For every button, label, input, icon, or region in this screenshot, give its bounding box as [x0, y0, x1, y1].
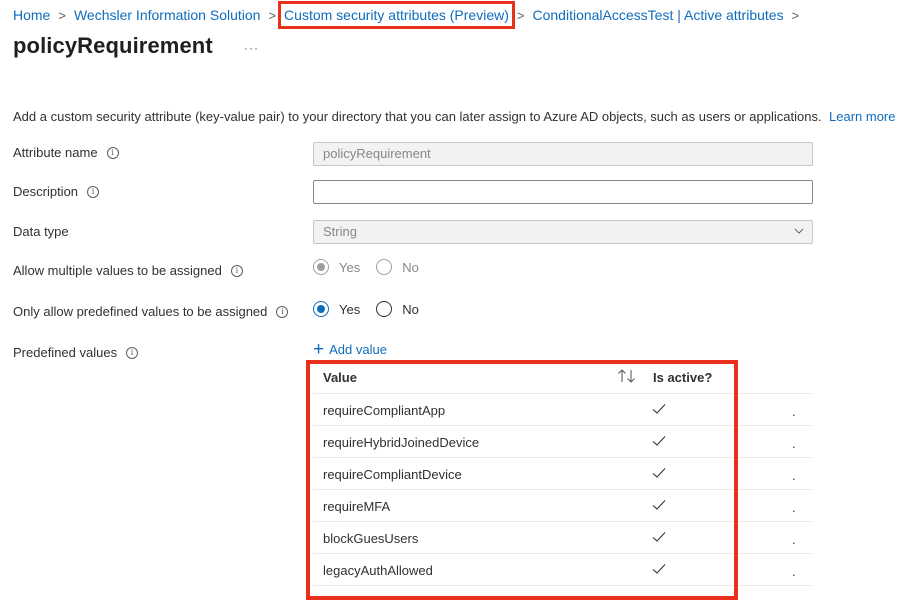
info-icon[interactable]: i: [126, 346, 139, 359]
attribute-name-field[interactable]: policyRequirement: [313, 142, 813, 166]
row-more-button[interactable]: .: [792, 468, 796, 483]
allow-multiple-no-radio[interactable]: No: [376, 259, 419, 275]
learn-more-link[interactable]: Learn more: [829, 109, 895, 124]
radio-unselected-icon: [376, 259, 393, 275]
breadcrumb-attribute-set[interactable]: ConditionalAccessTest | Active attribute…: [532, 7, 783, 23]
add-value-button[interactable]: + Add value: [313, 338, 387, 360]
attribute-name-label-text: Attribute name: [13, 145, 98, 160]
only-predefined-no-radio[interactable]: No: [376, 301, 419, 317]
chevron-right-icon: >: [516, 7, 525, 23]
row-more-button[interactable]: .: [792, 500, 796, 515]
data-type-value: String: [323, 224, 357, 239]
only-predefined-yes-radio[interactable]: Yes: [313, 301, 360, 317]
row-more-button[interactable]: .: [792, 564, 796, 579]
description-field[interactable]: [313, 180, 813, 204]
allow-multiple-radio-group: Yes No: [313, 259, 435, 275]
only-predefined-radio-group: Yes No: [313, 301, 435, 317]
page-description: Add a custom security attribute (key-val…: [13, 109, 822, 124]
breadcrumb-home[interactable]: Home: [13, 7, 50, 23]
allow-multiple-no-label: No: [402, 259, 419, 275]
predefined-values-label-text: Predefined values: [13, 345, 118, 360]
allow-multiple-yes-radio[interactable]: Yes: [313, 259, 360, 275]
info-icon[interactable]: i: [230, 264, 243, 277]
chevron-right-icon: >: [58, 7, 66, 23]
breadcrumb-tenant[interactable]: Wechsler Information Solution: [74, 7, 261, 23]
more-options-button[interactable]: ···: [244, 41, 259, 55]
breadcrumb-custom-security-attributes[interactable]: Custom security attributes (Preview): [278, 1, 515, 29]
chevron-right-icon: >: [268, 7, 277, 23]
breadcrumb: Home > Wechsler Information Solution > C…: [13, 1, 807, 29]
add-value-label: Add value: [329, 342, 387, 357]
radio-selected-icon: [313, 301, 329, 317]
radio-selected-icon: [313, 259, 329, 275]
plus-icon: +: [313, 338, 325, 360]
attribute-name-label: Attribute name i: [13, 145, 119, 160]
description-label-text: Description: [13, 184, 79, 199]
row-more-button[interactable]: .: [792, 436, 796, 451]
table-highlight-box: [306, 360, 738, 600]
info-icon[interactable]: i: [276, 305, 289, 318]
info-icon[interactable]: i: [87, 185, 100, 198]
only-predefined-label: Only allow predefined values to be assig…: [13, 304, 289, 319]
attribute-name-value: policyRequirement: [323, 146, 431, 161]
data-type-label-text: Data type: [13, 224, 69, 239]
page-title: policyRequirement: [13, 33, 213, 58]
chevron-down-icon: [794, 228, 804, 234]
only-predefined-no-label: No: [402, 301, 419, 317]
allow-multiple-label: Allow multiple values to be assigned i: [13, 263, 243, 278]
data-type-label: Data type: [13, 224, 69, 239]
data-type-dropdown[interactable]: String: [313, 220, 813, 244]
info-icon[interactable]: i: [106, 146, 119, 159]
row-more-button[interactable]: .: [792, 532, 796, 547]
chevron-right-icon: >: [791, 7, 800, 23]
predefined-values-label: Predefined values i: [13, 345, 139, 360]
row-more-button[interactable]: .: [792, 404, 796, 419]
allow-multiple-label-text: Allow multiple values to be assigned: [13, 263, 222, 278]
only-predefined-yes-label: Yes: [339, 301, 361, 317]
description-label: Description i: [13, 184, 100, 199]
only-predefined-label-text: Only allow predefined values to be assig…: [13, 304, 268, 319]
allow-multiple-yes-label: Yes: [339, 259, 361, 275]
radio-unselected-icon: [376, 301, 393, 317]
